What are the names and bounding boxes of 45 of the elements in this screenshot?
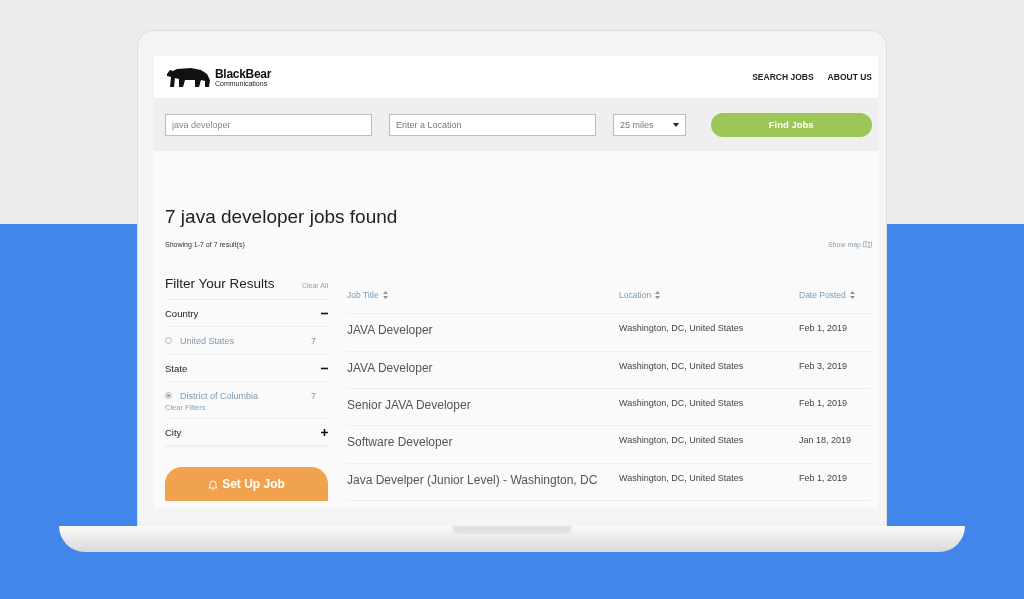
job-title-link[interactable]: JAVA Developer (347, 323, 433, 338)
location-field[interactable]: Enter a Location (389, 113, 597, 136)
radius-dropdown[interactable]: 25 miles (613, 113, 686, 136)
filter-group-label: Country (165, 307, 199, 319)
filter-title: Filter Your Results (165, 276, 275, 291)
table-cell: Washington, DC, United States (619, 398, 744, 409)
filter-group-label: State (165, 362, 188, 374)
job-title-link[interactable]: Java Develper (Junior Level) - Washington, DC (347, 472, 598, 487)
job-title-link[interactable]: Software Developer (347, 435, 453, 450)
table-cell: Washington, DC, United States (619, 323, 744, 334)
sort-icon (655, 290, 661, 299)
find-jobs-button[interactable]: Find Jobs (710, 112, 872, 137)
nav-link[interactable]: SEARCH JOBS (752, 72, 814, 82)
table-cell: Feb 1, 2019 (799, 323, 848, 334)
job-title-link[interactable]: Senior JAVA Developer (347, 398, 471, 413)
column-header[interactable]: Location (619, 289, 661, 300)
nav-link[interactable]: ABOUT US (827, 72, 872, 82)
table-cell: Feb 1, 2019 (799, 472, 848, 483)
brand-name: BlackBear (215, 67, 271, 80)
keyword-field[interactable]: java developer (165, 113, 373, 136)
caret-icon (672, 122, 679, 127)
filter-option[interactable]: District of Columbia (180, 390, 303, 401)
sort-icon (849, 290, 855, 299)
results-heading: 7 java developer jobs found (165, 206, 399, 228)
job-title-link[interactable]: JAVA Developer (347, 360, 433, 375)
table-cell: Feb 1, 2019 (799, 398, 848, 409)
column-header[interactable]: Date Posted (799, 289, 855, 300)
table-cell: Washington, DC, United States (619, 360, 744, 371)
column-header[interactable]: Job Title (347, 289, 388, 300)
bell-icon (208, 478, 219, 490)
option-count: 7 (311, 335, 316, 346)
set-up-job-alert-button[interactable]: Set Up Job (165, 467, 328, 501)
filter-option[interactable]: United States (180, 335, 303, 346)
table-cell: Jan 18, 2019 (799, 435, 852, 446)
radio-button[interactable] (165, 337, 172, 344)
table-cell: Washington, DC, United States (619, 435, 744, 446)
radio-button[interactable] (165, 392, 172, 399)
table-cell: Feb 3, 2019 (799, 360, 848, 371)
option-count: 7 (311, 390, 316, 401)
table-cell: Washington, DC, United States (619, 472, 744, 483)
expand-icon[interactable] (321, 428, 328, 436)
map-icon (863, 241, 872, 248)
filter-group-label: City (165, 426, 182, 438)
sort-icon (382, 290, 388, 299)
bear-logo-icon (165, 66, 211, 88)
